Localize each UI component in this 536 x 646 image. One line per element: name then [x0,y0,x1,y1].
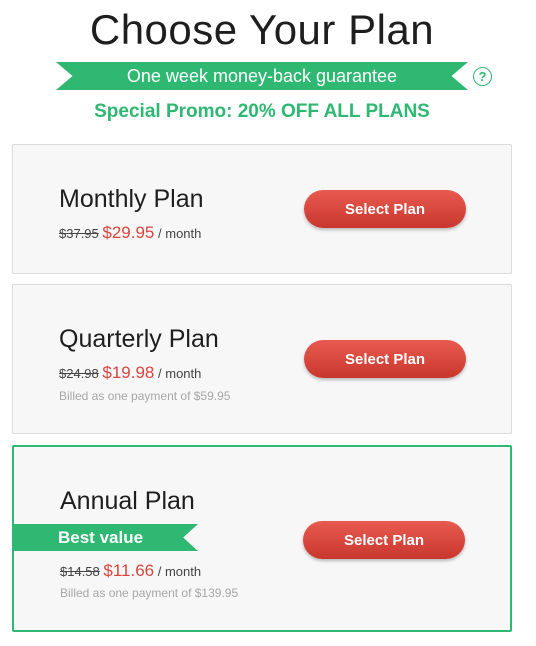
new-price: $29.95 [102,223,155,242]
select-annual-plan-button[interactable]: Select Plan [303,521,465,559]
plan-name: Annual Plan [60,487,195,515]
old-price: $14.58 [60,564,100,579]
guarantee-ribbon: One week money-back guarantee [56,62,468,90]
price-period: / month [157,564,202,579]
price-line: $37.95 $29.95 / month [59,223,201,243]
select-quarterly-plan-button[interactable]: Select Plan [304,340,466,378]
old-price: $24.98 [59,366,99,381]
plan-name: Quarterly Plan [59,325,219,353]
plan-card-quarterly: Quarterly Plan $24.98 $19.98 / month Bil… [12,284,512,434]
question-circle-icon[interactable]: ? [473,67,492,86]
plan-card-annual: Annual Plan Best value $14.58 $11.66 / m… [12,445,512,632]
price-line: $14.58 $11.66 / month [60,561,201,581]
plan-card-monthly: Monthly Plan $37.95 $29.95 / month Selec… [12,144,512,274]
plan-selection-page: Choose Your Plan One week money-back gua… [0,0,536,646]
old-price: $37.95 [59,226,99,241]
price-period: / month [158,366,202,381]
new-price: $11.66 [103,561,155,580]
price-line: $24.98 $19.98 / month [59,363,201,383]
price-period: / month [158,226,202,241]
promo-text: Special Promo: 20% OFF ALL PLANS [94,101,430,122]
billing-note: Billed as one payment of $139.95 [60,586,239,600]
page-title: Choose Your Plan [89,6,435,53]
plan-name: Monthly Plan [59,185,204,213]
select-monthly-plan-button[interactable]: Select Plan [304,190,466,228]
billing-note: Billed as one payment of $59.95 [59,389,231,403]
new-price: $19.98 [102,363,155,382]
best-value-badge: Best value [12,524,198,551]
